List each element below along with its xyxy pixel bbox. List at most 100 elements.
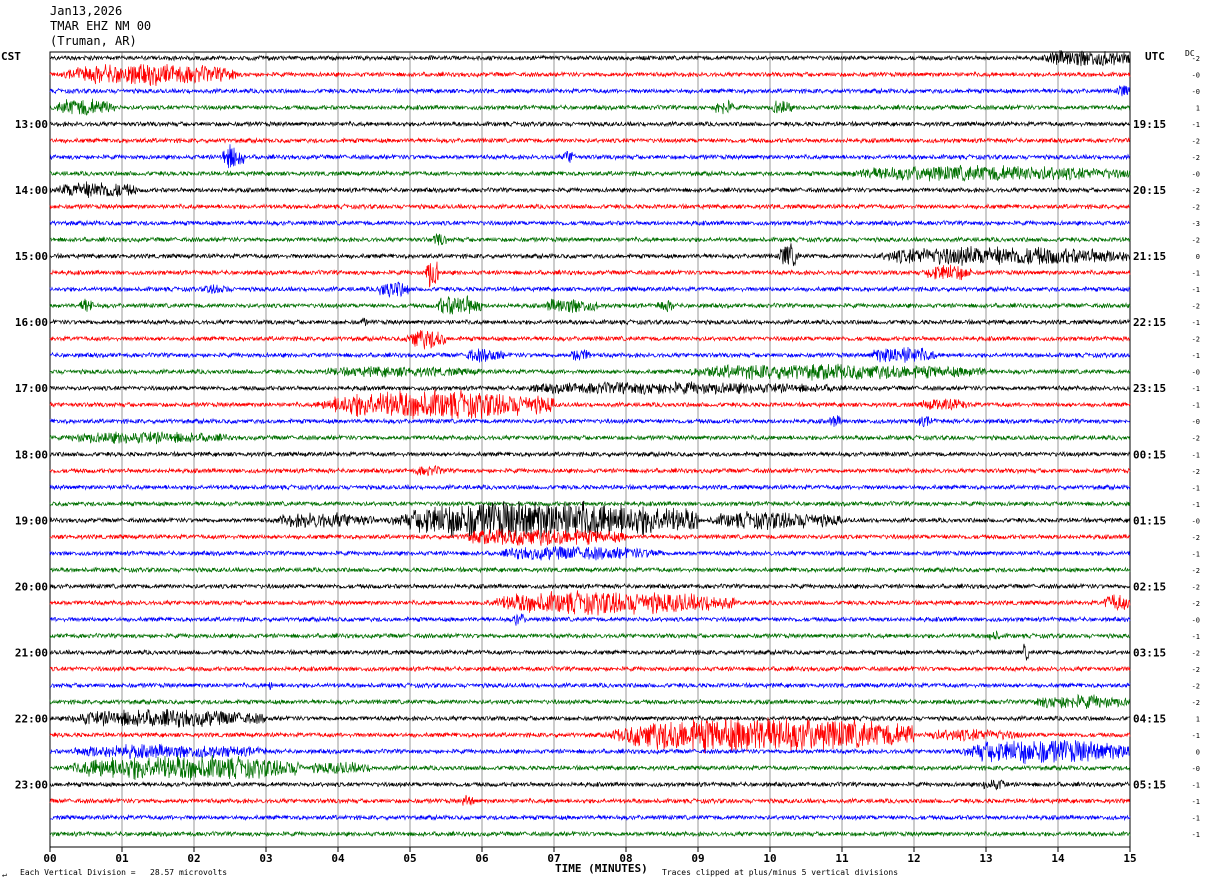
cst-hour-label: 15:00: [15, 250, 48, 263]
dc-offset-value: -2: [1192, 567, 1200, 575]
dc-offset-value: 1: [1196, 715, 1200, 723]
seismic-trace: [49, 202, 1131, 211]
dc-offset-value: -1: [1192, 781, 1200, 789]
left-timezone-label: CST: [1, 50, 21, 63]
seismic-trace: [49, 137, 1131, 145]
dc-offset-value: -1: [1192, 732, 1200, 740]
seismic-trace: [49, 243, 1131, 267]
seismic-trace: [49, 566, 1131, 574]
dc-offset-value: -2: [1192, 600, 1200, 608]
seismic-trace: [49, 630, 1131, 641]
dc-offset-value: -1: [1192, 798, 1200, 806]
cst-hour-label: 17:00: [15, 382, 48, 395]
cst-hour-label: 22:00: [15, 712, 48, 725]
seismic-trace: [49, 483, 1131, 492]
seismic-trace: [49, 465, 1131, 477]
clip-note: Traces clipped at plus/minus 5 vertical …: [662, 868, 899, 877]
utc-hour-label: 04:15: [1133, 712, 1166, 725]
seismic-trace: [49, 317, 1131, 327]
x-tick-label: 14: [1051, 852, 1065, 865]
right-timezone-label: UTC: [1145, 50, 1165, 63]
dc-offset-value: -1: [1192, 121, 1200, 129]
x-tick-label: 09: [691, 852, 704, 865]
dc-offset-value: -2: [1192, 154, 1200, 162]
dc-offset-value: 0: [1196, 253, 1200, 261]
seismic-trace: [49, 363, 1131, 381]
seismic-trace: [49, 717, 1131, 754]
seismic-trace: [49, 233, 1131, 246]
seismic-trace: [49, 164, 1131, 182]
seismic-trace: [49, 181, 1131, 199]
dc-offset-value: -2: [1192, 435, 1200, 443]
cst-hour-label: 14:00: [15, 184, 48, 197]
x-tick-label: 05: [403, 852, 416, 865]
dc-offset-value: -1: [1192, 814, 1200, 822]
seismic-trace: [49, 779, 1131, 791]
seismic-trace: [49, 582, 1131, 590]
seismic-trace: [49, 613, 1131, 626]
dc-offset-value: -2: [1192, 583, 1200, 591]
cst-hour-label: 16:00: [15, 316, 48, 329]
dc-offset-value: -1: [1192, 484, 1200, 492]
dc-offset-value: -2: [1192, 534, 1200, 542]
dc-offset-value: -1: [1192, 352, 1200, 360]
dc-offset-value: -1: [1192, 501, 1200, 509]
x-tick-label: 06: [475, 852, 489, 865]
seismic-trace: [49, 144, 1131, 169]
seismic-trace: [49, 389, 1131, 420]
utc-hour-label: 22:15: [1133, 316, 1166, 329]
cst-hour-label: 19:00: [15, 514, 48, 527]
dc-offset-value: -1: [1192, 633, 1200, 641]
dc-offset-value: -2: [1192, 649, 1200, 657]
dc-offset-value: -0: [1192, 369, 1200, 377]
seismic-trace: [49, 643, 1131, 661]
seismic-trace: [49, 346, 1131, 363]
seismic-trace: [49, 380, 1131, 396]
dc-offset-value: -2: [1192, 682, 1200, 690]
dc-offset-value: -2: [1192, 138, 1200, 146]
dc-offset-value: -1: [1192, 402, 1200, 410]
seismic-trace: [49, 693, 1131, 709]
seismic-trace: [49, 754, 1131, 781]
x-tick-label: 04: [331, 852, 345, 865]
x-tick-label: 11: [835, 852, 849, 865]
dc-offset-value: -0: [1192, 418, 1200, 426]
utc-hour-label: 02:15: [1133, 580, 1166, 593]
seismic-trace: [49, 528, 1131, 546]
dc-offset-value: -3: [1192, 220, 1200, 228]
dc-offset-header: DC: [1185, 49, 1195, 58]
seismic-trace: [49, 98, 1131, 116]
dc-offset-value: 0: [1196, 748, 1200, 756]
seismic-trace: [49, 590, 1131, 616]
dc-offset-value: -1: [1192, 270, 1200, 278]
x-tick-label: 00: [43, 852, 56, 865]
utc-hour-label: 00:15: [1133, 448, 1166, 461]
utc-hour-label: 05:15: [1133, 778, 1166, 791]
seismic-trace: [50, 813, 1131, 822]
dc-offset-value: -1: [1192, 451, 1200, 459]
seismic-trace: [49, 261, 1131, 288]
seismic-trace: [49, 219, 1131, 227]
dc-offset-value: -2: [1192, 237, 1200, 245]
utc-hour-label: 19:15: [1133, 118, 1166, 131]
seismic-trace: [49, 63, 1131, 86]
dc-offset-value: -0: [1192, 517, 1200, 525]
utc-hour-label: 23:15: [1133, 382, 1166, 395]
x-tick-label: 03: [259, 852, 272, 865]
utc-hour-label: 21:15: [1133, 250, 1166, 263]
dc-offset-value: 1: [1196, 105, 1200, 113]
vertical-scale-note: Each Vertical Division = 28.57 microvolt…: [20, 868, 228, 877]
seismic-trace: [49, 295, 1131, 315]
dc-offset-value: -1: [1192, 319, 1200, 327]
seismic-trace: [49, 500, 1131, 539]
dc-offset-value: -0: [1192, 765, 1200, 773]
x-tick-label: 10: [763, 852, 776, 865]
dc-offset-value: -2: [1192, 303, 1200, 311]
seismic-trace: [49, 84, 1131, 97]
dc-offset-value: -1: [1192, 550, 1200, 558]
cst-hour-label: 23:00: [15, 778, 48, 791]
dc-offset-value: -2: [1192, 666, 1200, 674]
cst-hour-label: 13:00: [15, 118, 48, 131]
helicorder-plot: 00 01 02 03 04 05 06 07 08 09 10 11 12 13 14 15-2-0-01-…: [15, 49, 1200, 865]
dc-offset-value: -1: [1192, 385, 1200, 393]
